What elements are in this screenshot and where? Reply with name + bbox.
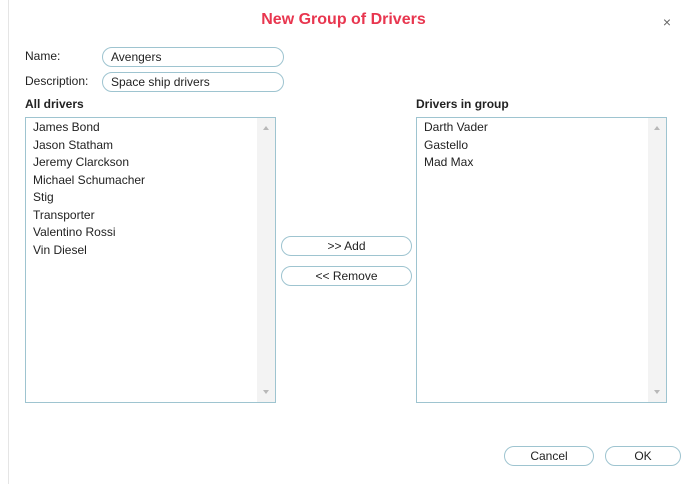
ok-button[interactable]: OK <box>605 446 681 466</box>
scroll-down-icon[interactable] <box>263 390 269 394</box>
new-group-dialog: New Group of Drivers × Name: Avengers De… <box>0 0 687 484</box>
remove-button[interactable]: << Remove <box>281 266 412 286</box>
scroll-up-icon[interactable] <box>654 126 660 130</box>
dialog-edge <box>8 0 9 484</box>
add-button[interactable]: >> Add <box>281 236 412 256</box>
all-drivers-title: All drivers <box>25 97 84 111</box>
list-item[interactable]: Jason Statham <box>33 137 255 155</box>
description-label: Description: <box>25 74 89 88</box>
group-drivers-list[interactable]: Darth Vader Gastello Mad Max <box>416 117 667 403</box>
list-item[interactable]: Transporter <box>33 207 255 225</box>
group-drivers-title: Drivers in group <box>416 97 509 111</box>
list-item[interactable]: Darth Vader <box>424 119 646 137</box>
list-item[interactable]: Valentino Rossi <box>33 224 255 242</box>
dialog-title: New Group of Drivers <box>261 11 426 28</box>
all-drivers-list[interactable]: James Bond Jason Statham Jeremy Clarckson M… <box>25 117 276 403</box>
description-input[interactable]: Space ship drivers <box>102 72 284 92</box>
all-drivers-items: James Bond Jason Statham Jeremy Clarckson M… <box>33 119 255 259</box>
name-label: Name: <box>25 49 61 63</box>
cancel-button[interactable]: Cancel <box>504 446 594 466</box>
list-item[interactable]: Stig <box>33 189 255 207</box>
scroll-down-icon[interactable] <box>654 390 660 394</box>
all-drivers-scrollbar[interactable] <box>257 118 275 402</box>
list-item[interactable]: James Bond <box>33 119 255 137</box>
list-item[interactable]: Jeremy Clarckson <box>33 154 255 172</box>
group-drivers-items: Darth Vader Gastello Mad Max <box>424 119 646 172</box>
list-item[interactable]: Michael Schumacher <box>33 172 255 190</box>
name-input[interactable]: Avengers <box>102 47 284 67</box>
close-icon[interactable]: × <box>663 15 671 29</box>
list-item[interactable]: Vin Diesel <box>33 242 255 260</box>
group-drivers-scrollbar[interactable] <box>648 118 666 402</box>
list-item[interactable]: Gastello <box>424 137 646 155</box>
list-item[interactable]: Mad Max <box>424 154 646 172</box>
scroll-up-icon[interactable] <box>263 126 269 130</box>
